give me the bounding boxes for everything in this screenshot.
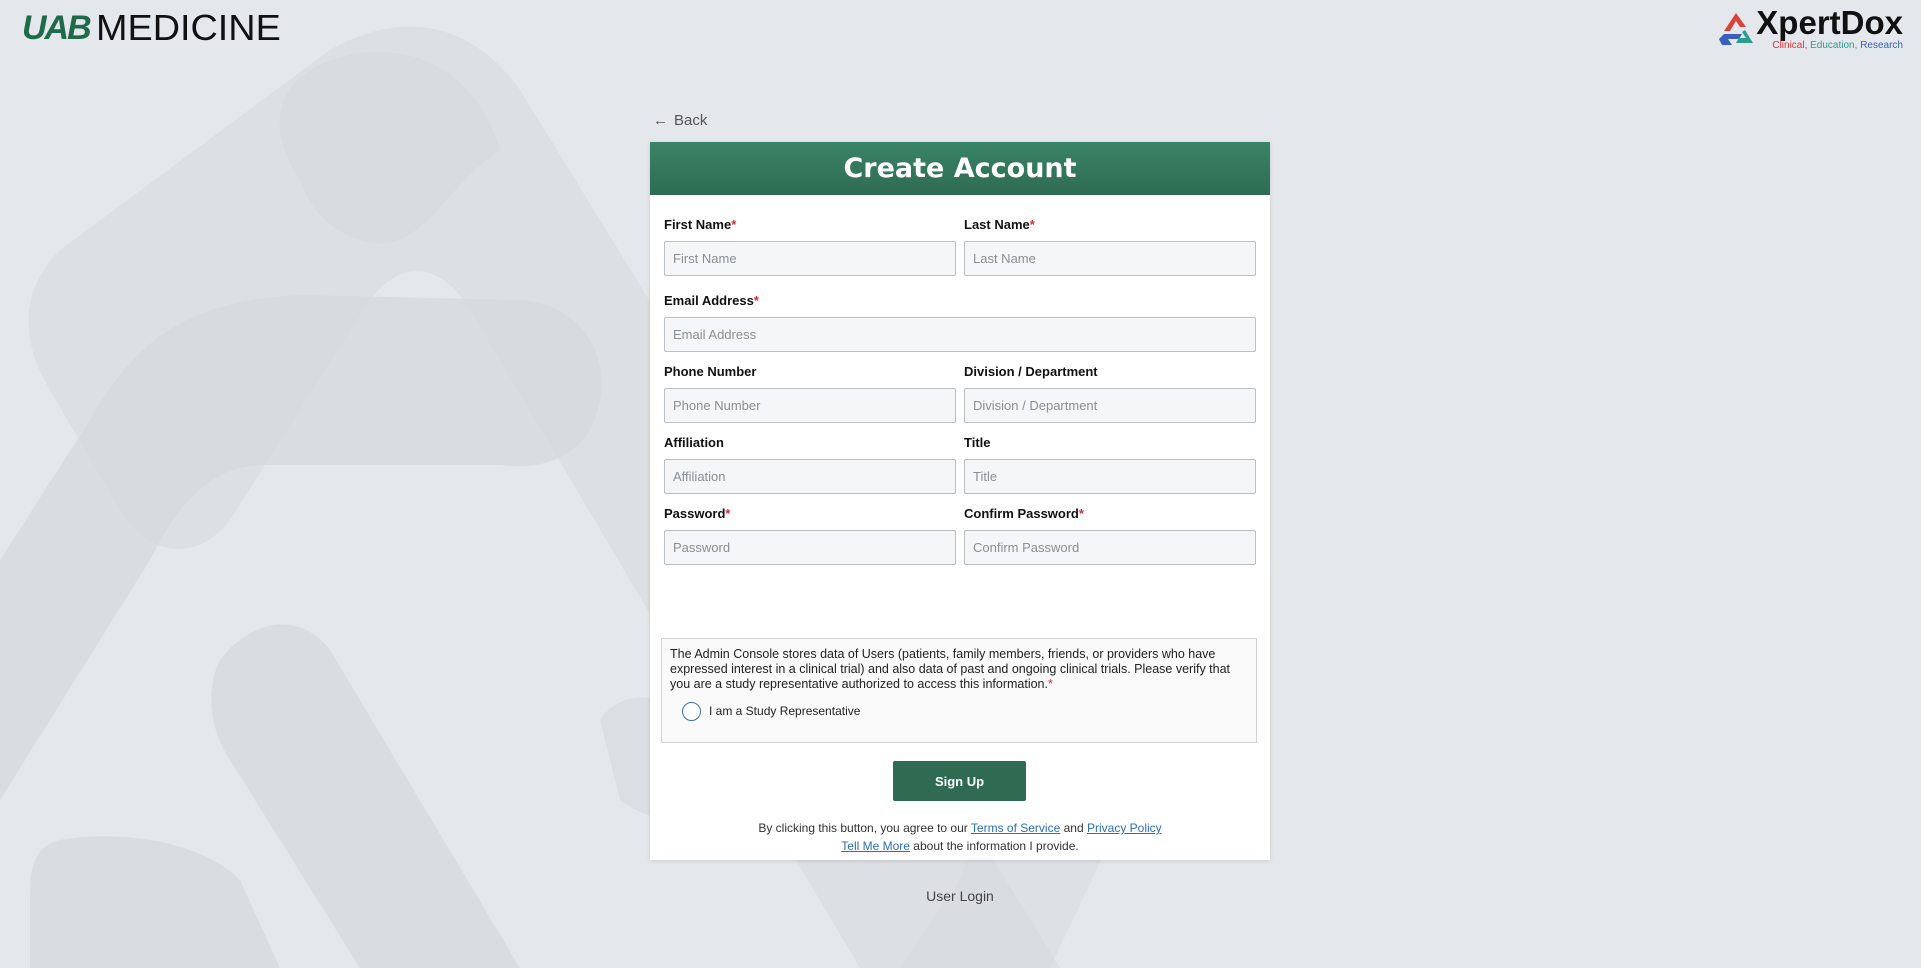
affiliation-input[interactable] [664,459,956,494]
terms-notice: By clicking this button, you agree to ou… [650,819,1270,855]
last-name-group: Last Name* [964,217,1256,276]
sign-up-button[interactable]: Sign Up [893,761,1026,801]
tagline-clinical: Clinical, [1772,40,1808,51]
tagline-education: Education, [1810,40,1858,51]
title-input[interactable] [964,459,1256,494]
privacy-policy-link[interactable]: Privacy Policy [1087,821,1162,835]
xpertdox-tagline: Clinical, Education, Research [1772,40,1903,51]
title-label: Title [964,435,991,450]
first-name-group: First Name* [664,217,956,276]
confirm-password-group: Confirm Password* [964,506,1256,565]
back-arrow-icon: ← [653,112,668,129]
uab-medicine-logo: UAB MEDICINE [22,7,280,48]
back-label: Back [674,112,708,129]
email-label: Email Address* [664,293,759,308]
division-label: Division / Department [964,364,1098,379]
terms-suffix: about the information I provide. [913,839,1079,853]
last-name-label: Last Name* [964,217,1035,232]
affiliation-label: Affiliation [664,435,724,450]
first-name-label: First Name* [664,217,737,232]
phone-label: Phone Number [664,364,757,379]
last-name-input[interactable] [964,241,1256,276]
phone-group: Phone Number [664,364,956,423]
consent-box: The Admin Console stores data of Users (… [661,638,1257,743]
create-account-card: Create Account First Name* Last Name* Em… [650,142,1270,904]
card-title: Create Account [650,142,1270,195]
phone-input[interactable] [664,388,956,423]
xpertdox-logo-icon [1719,12,1754,45]
terms-of-service-link[interactable]: Terms of Service [971,821,1060,835]
division-input[interactable] [964,388,1256,423]
back-link[interactable]: ← Back [653,112,707,129]
password-input[interactable] [664,530,956,565]
uab-logo-word: MEDICINE [95,7,281,48]
confirm-password-label: Confirm Password* [964,506,1084,521]
confirm-password-input[interactable] [964,530,1256,565]
user-login-link[interactable]: User Login [650,888,1270,904]
consent-text: The Admin Console stores data of Users (… [670,647,1231,691]
uab-logo-mark: UAB [22,8,92,47]
email-group: Email Address* [664,293,1256,352]
affiliation-group: Affiliation [664,435,956,494]
email-input[interactable] [664,317,1256,352]
password-group: Password* [664,506,956,565]
terms-and: and [1063,821,1084,835]
xpertdox-name: XpertDox [1756,4,1903,41]
study-representative-label: I am a Study Representative [709,704,861,718]
tell-me-more-link[interactable]: Tell Me More [841,839,910,853]
password-label: Password* [664,506,731,521]
study-representative-radio[interactable] [682,702,701,721]
division-group: Division / Department [964,364,1256,423]
xpertdox-logo: XpertDox Clinical, Education, Research [1716,6,1903,51]
terms-prefix: By clicking this button, you agree to ou… [758,821,968,835]
title-group: Title [964,435,1256,494]
first-name-input[interactable] [664,241,956,276]
study-representative-option[interactable]: I am a Study Representative [682,702,1248,721]
tagline-research: Research [1860,40,1903,51]
